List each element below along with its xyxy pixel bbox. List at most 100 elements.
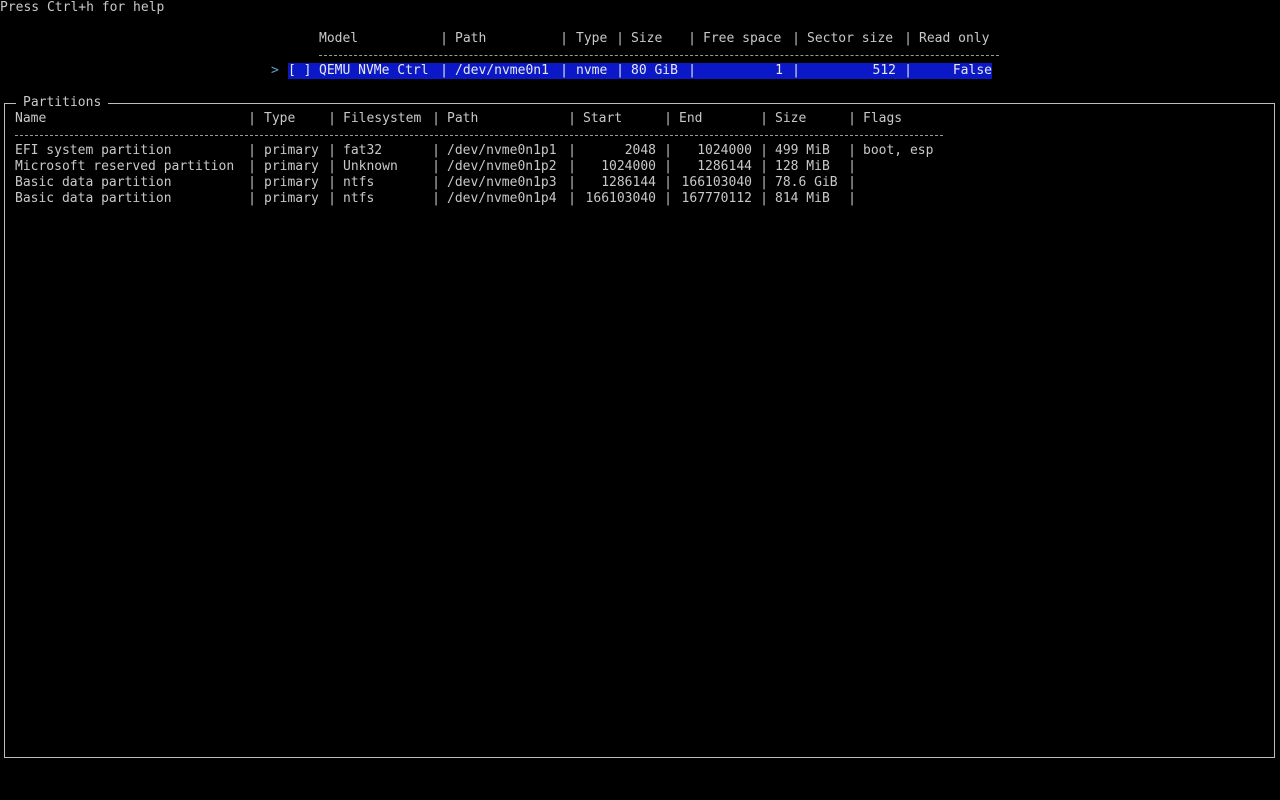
device-sector-size: 512 xyxy=(872,63,896,78)
column-separator: | xyxy=(568,111,576,126)
column-separator: | xyxy=(792,63,800,78)
partition-header-flags: Flags xyxy=(863,111,903,126)
partition-header-start: Start xyxy=(583,111,623,126)
partition-header-path: Path xyxy=(447,111,479,126)
column-separator: | xyxy=(568,191,576,206)
partition-header-filesystem: Filesystem xyxy=(343,111,422,126)
column-separator: | xyxy=(904,31,912,46)
column-separator: | xyxy=(760,191,768,206)
partition-filesystem: fat32 xyxy=(343,143,383,158)
device-free-space: 1 xyxy=(775,63,783,78)
column-separator: | xyxy=(432,191,440,206)
column-separator: | xyxy=(440,63,448,78)
column-separator: | xyxy=(248,159,256,174)
partition-path: /dev/nvme0n1p2 xyxy=(447,159,557,174)
column-separator: | xyxy=(688,31,696,46)
partition-name: Basic data partition xyxy=(15,175,172,190)
partition-path: /dev/nvme0n1p1 xyxy=(447,143,557,158)
device-row[interactable]: [ ] QEMU NVMe Ctrl | /dev/nvme0n1 | nvme… xyxy=(288,63,992,79)
device-read-only: False xyxy=(952,63,992,78)
partition-end: 1286144 xyxy=(697,159,752,174)
column-separator: | xyxy=(248,111,256,126)
header-divider xyxy=(15,135,943,136)
device-size: 80 GiB xyxy=(631,63,678,78)
column-separator: | xyxy=(328,143,336,158)
help-text: Press Ctrl+h for help xyxy=(0,0,165,15)
column-separator: | xyxy=(568,175,576,190)
partition-end: 167770112 xyxy=(681,191,752,206)
column-separator: | xyxy=(328,191,336,206)
column-separator: | xyxy=(664,159,672,174)
column-separator: | xyxy=(848,111,856,126)
column-separator: | xyxy=(904,63,912,78)
column-separator: | xyxy=(568,159,576,174)
column-separator: | xyxy=(432,159,440,174)
column-separator: | xyxy=(440,31,448,46)
partition-end: 1024000 xyxy=(697,143,752,158)
device-header-read-only: Read only xyxy=(919,31,990,46)
column-separator: | xyxy=(328,159,336,174)
partition-type: primary xyxy=(264,175,319,190)
column-separator: | xyxy=(664,175,672,190)
column-separator: | xyxy=(760,143,768,158)
column-separator: | xyxy=(432,143,440,158)
partition-type: primary xyxy=(264,143,319,158)
column-separator: | xyxy=(616,63,624,78)
partition-start: 1286144 xyxy=(601,175,656,190)
column-separator: | xyxy=(560,31,568,46)
column-separator: | xyxy=(664,143,672,158)
column-separator: | xyxy=(560,63,568,78)
device-checkbox[interactable]: [ ] xyxy=(288,63,311,79)
partition-header-name: Name xyxy=(15,111,47,126)
device-header-free-space: Free space xyxy=(703,31,782,46)
column-separator: | xyxy=(848,143,856,158)
column-separator: | xyxy=(328,175,336,190)
partition-name: Microsoft reserved partition xyxy=(15,159,235,174)
partition-path: /dev/nvme0n1p4 xyxy=(447,191,557,206)
device-header-model: Model xyxy=(319,31,359,46)
partition-filesystem: ntfs xyxy=(343,175,375,190)
column-separator: | xyxy=(248,143,256,158)
column-separator: | xyxy=(848,159,856,174)
column-separator: | xyxy=(616,31,624,46)
column-separator: | xyxy=(792,31,800,46)
column-separator: | xyxy=(760,111,768,126)
partition-header-size: Size xyxy=(775,111,807,126)
partition-path: /dev/nvme0n1p3 xyxy=(447,175,557,190)
partition-start: 2048 xyxy=(624,143,656,158)
partitions-panel-title: Partitions xyxy=(16,95,109,111)
column-separator: | xyxy=(664,111,672,126)
device-type: nvme xyxy=(576,63,608,78)
device-header-type: Type xyxy=(576,31,608,46)
partition-start: 166103040 xyxy=(585,191,656,206)
partition-type: primary xyxy=(264,159,319,174)
column-separator: | xyxy=(664,191,672,206)
partition-size: 78.6 GiB xyxy=(775,175,838,190)
column-separator: | xyxy=(760,159,768,174)
row-cursor-icon: > xyxy=(271,63,279,78)
partition-filesystem: Unknown xyxy=(343,159,398,174)
column-separator: | xyxy=(688,63,696,78)
device-header-sector-size: Sector size xyxy=(807,31,894,46)
partition-size: 814 MiB xyxy=(775,191,830,206)
device-header-size: Size xyxy=(631,31,663,46)
partition-start: 1024000 xyxy=(601,159,656,174)
header-divider xyxy=(319,55,999,56)
column-separator: | xyxy=(568,143,576,158)
partition-name: EFI system partition xyxy=(15,143,172,158)
column-separator: | xyxy=(248,175,256,190)
device-path: /dev/nvme0n1 xyxy=(455,63,549,78)
device-header-path: Path xyxy=(455,31,487,46)
column-separator: | xyxy=(432,111,440,126)
partition-size: 499 MiB xyxy=(775,143,830,158)
partition-flags: boot, esp xyxy=(863,143,934,158)
partition-filesystem: ntfs xyxy=(343,191,375,206)
partition-header-type: Type xyxy=(264,111,296,126)
partition-end: 166103040 xyxy=(681,175,752,190)
partition-name: Basic data partition xyxy=(15,191,172,206)
device-model: QEMU NVMe Ctrl xyxy=(319,63,429,78)
column-separator: | xyxy=(328,111,336,126)
column-separator: | xyxy=(432,175,440,190)
column-separator: | xyxy=(760,175,768,190)
partition-header-end: End xyxy=(679,111,703,126)
